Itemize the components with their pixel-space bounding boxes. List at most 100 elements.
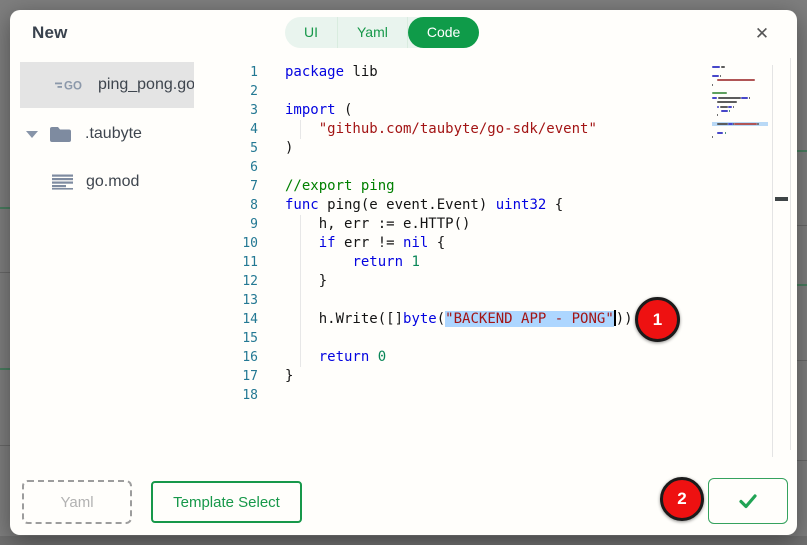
annotation-marker-2: 2 [660,477,704,521]
line-number: 1 [232,63,258,82]
line-number: 5 [232,139,258,158]
code-token: { [428,235,445,251]
code-token: "github.com/taubyte/go-sdk/event" [319,121,597,137]
code-token: )) [616,311,633,327]
code-token: 1 [411,254,419,270]
close-icon[interactable]: ✕ [751,23,773,45]
line-number: 12 [232,272,258,291]
backdrop-artifact [797,284,807,286]
minimap-separator [772,65,773,457]
svg-text:GO: GO [64,81,82,93]
line-number: 16 [232,348,258,367]
backdrop-artifact [797,225,807,226]
indent-guide [300,215,301,367]
line-number: 4 [232,120,258,139]
code-token: 0 [378,349,386,365]
backdrop-artifact [0,368,10,370]
code-line-7: //export ping [285,177,715,196]
chevron-down-icon[interactable] [26,131,38,138]
code-line-2 [285,82,715,101]
file-lines-icon [52,174,73,190]
code-editor[interactable]: package lib import ( "github.com/taubyte/… [285,63,715,405]
line-number: 13 [232,291,258,310]
code-line-6 [285,158,715,177]
code-token: if [319,235,336,251]
code-line-9: h, err := e.HTTP() [285,215,715,234]
scrollbar-handle[interactable] [775,197,788,201]
code-token: ( [437,311,445,327]
folder-icon [49,126,72,143]
line-number: 8 [232,196,258,215]
code-token: ) [285,140,293,156]
tab-code[interactable]: Code [408,17,479,48]
confirm-button[interactable] [708,478,788,524]
new-file-modal: New UIYamlCode ✕ GOping_pong.go.taubyteg… [10,10,797,535]
go-file-icon: GO [55,77,85,93]
line-number: 6 [232,158,258,177]
code-token: } [285,273,327,289]
line-number: 9 [232,215,258,234]
tab-ui[interactable]: UI [285,17,337,48]
code-token: //export ping [285,178,395,194]
checkmark-icon [736,489,760,513]
editor-right-border [790,58,791,450]
minimap-line [712,140,768,144]
line-number: 10 [232,234,258,253]
editor-minimap[interactable] [712,65,768,144]
annotation-marker-1: 1 [635,297,680,342]
line-number: 17 [232,367,258,386]
yaml-button[interactable]: Yaml [22,480,132,524]
code-token: func [285,197,319,213]
code-token [285,254,352,270]
tree-item-ping-pong-go[interactable]: GO ping_pong.go [20,62,194,108]
code-token: nil [403,235,428,251]
line-number: 11 [232,253,258,272]
line-number: 3 [232,101,258,120]
line-number: 2 [232,82,258,101]
backdrop-artifact [0,536,807,545]
line-number: 18 [232,386,258,405]
code-token: err != [336,235,403,251]
tree-item-label: .taubyte [85,125,142,143]
code-line-16: return 0 [285,348,715,367]
code-line-4: "github.com/taubyte/go-sdk/event" [285,120,715,139]
tab-yaml[interactable]: Yaml [337,17,408,48]
code-token: h.Write([] [285,311,403,327]
code-token: lib [344,64,378,80]
screen: { "window": { "title": "New", "close_ico… [0,0,807,545]
indent-guide [300,120,301,139]
tree-item-go-mod[interactable]: go.mod [10,166,242,198]
tree-item-label: go.mod [86,173,139,191]
code-token: "BACKEND APP - PONG" [445,311,614,327]
code-token: ping(e event.Event) [319,197,496,213]
code-token: import [285,102,336,118]
code-token [285,235,319,251]
code-token: uint32 [496,197,547,213]
code-token [285,349,319,365]
backdrop-artifact [0,272,10,273]
code-line-17: } [285,367,715,386]
file-tree: GO ping_pong.go .taubyte go.mod [10,62,242,198]
code-token: { [546,197,563,213]
code-line-8: func ping(e event.Event) uint32 { [285,196,715,215]
modal-title: New [32,23,68,43]
backdrop-artifact [0,207,10,209]
code-token: h, err := e.HTTP() [285,216,470,232]
code-line-1: package lib [285,63,715,82]
line-number: 7 [232,177,258,196]
code-line-10: if err != nil { [285,234,715,253]
backdrop-artifact [0,445,10,446]
tab-group: UIYamlCode [285,17,479,48]
code-line-11: return 1 [285,253,715,272]
code-line-12: } [285,272,715,291]
code-token: byte [403,311,437,327]
tree-item--taubyte[interactable]: .taubyte [10,118,242,150]
code-token: package [285,64,344,80]
tree-item-label: ping_pong.go [98,76,194,94]
line-number: 15 [232,329,258,348]
code-token [285,121,319,137]
template-select-button[interactable]: Template Select [151,481,302,523]
code-token: ( [336,102,353,118]
line-number: 14 [232,310,258,329]
code-token [369,349,377,365]
